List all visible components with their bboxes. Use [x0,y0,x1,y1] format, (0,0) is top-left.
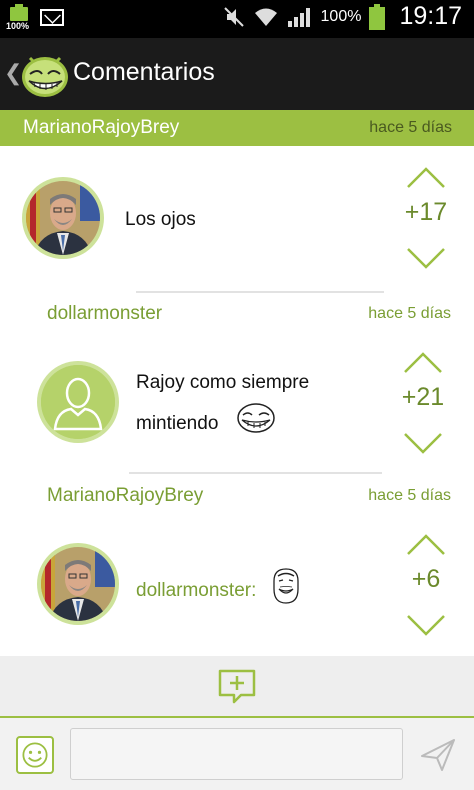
vote-control: +17 [396,165,456,275]
add-comment-icon[interactable] [217,668,257,704]
page-title: Comentarios [73,58,215,86]
battery-icon [369,3,386,30]
avatar[interactable] [37,543,119,625]
downvote-icon[interactable] [403,432,443,456]
avatar[interactable] [22,177,104,259]
mute-icon [223,6,244,27]
comment-text: Los ojos [125,209,196,230]
battery-small-label: 100% [6,21,30,31]
yao-ming-face-icon [273,568,299,604]
upvote-icon[interactable] [406,532,446,556]
send-icon[interactable] [420,738,456,772]
comment-score: +17 [404,198,448,226]
gmail-icon [40,8,64,26]
post-time: hace 5 días [369,119,452,136]
reply-time: hace 5 días [368,487,451,504]
post-author[interactable]: MarianoRajoyBrey [23,117,179,139]
emoji-icon[interactable] [16,736,54,774]
wifi-icon [254,8,277,26]
reply-author[interactable]: MarianoRajoyBrey [47,485,203,507]
rajoy-photo [26,181,100,255]
action-bar: ❮ Comentarios [0,38,474,110]
clock: 19:17 [399,2,462,30]
default-user-icon [41,365,115,439]
comment-input[interactable] [70,728,403,780]
vote-control: +6 [396,532,456,642]
trollface-emoji-icon [237,403,275,433]
trollface-logo-icon[interactable] [20,50,70,100]
avatar[interactable] [37,361,119,443]
post-header: MarianoRajoyBrey hace 5 días [0,110,474,146]
comment-score: +6 [411,565,441,593]
comment-text-line1: Rajoy como siempre [136,372,310,393]
status-bar: 100% 100% 19:17 [0,0,474,38]
reply-author[interactable]: dollarmonster [47,303,162,325]
rajoy-photo [41,547,115,621]
downvote-icon[interactable] [406,614,446,638]
comment-score: +21 [401,383,445,411]
upvote-icon[interactable] [403,350,443,374]
divider [136,291,384,293]
reply-time: hace 5 días [368,305,451,322]
battery-icon: 100% [6,4,30,31]
divider [129,472,382,474]
comment-input-bar [0,718,474,790]
battery-percent: 100% [320,7,362,25]
signal-icon [287,7,310,27]
add-comment-bar [0,656,474,718]
comment-text-line2: mintiendo [136,413,219,434]
upvote-icon[interactable] [406,165,446,189]
vote-control: +21 [393,350,453,460]
mention-text[interactable]: dollarmonster: [136,573,256,609]
downvote-icon[interactable] [406,247,446,271]
